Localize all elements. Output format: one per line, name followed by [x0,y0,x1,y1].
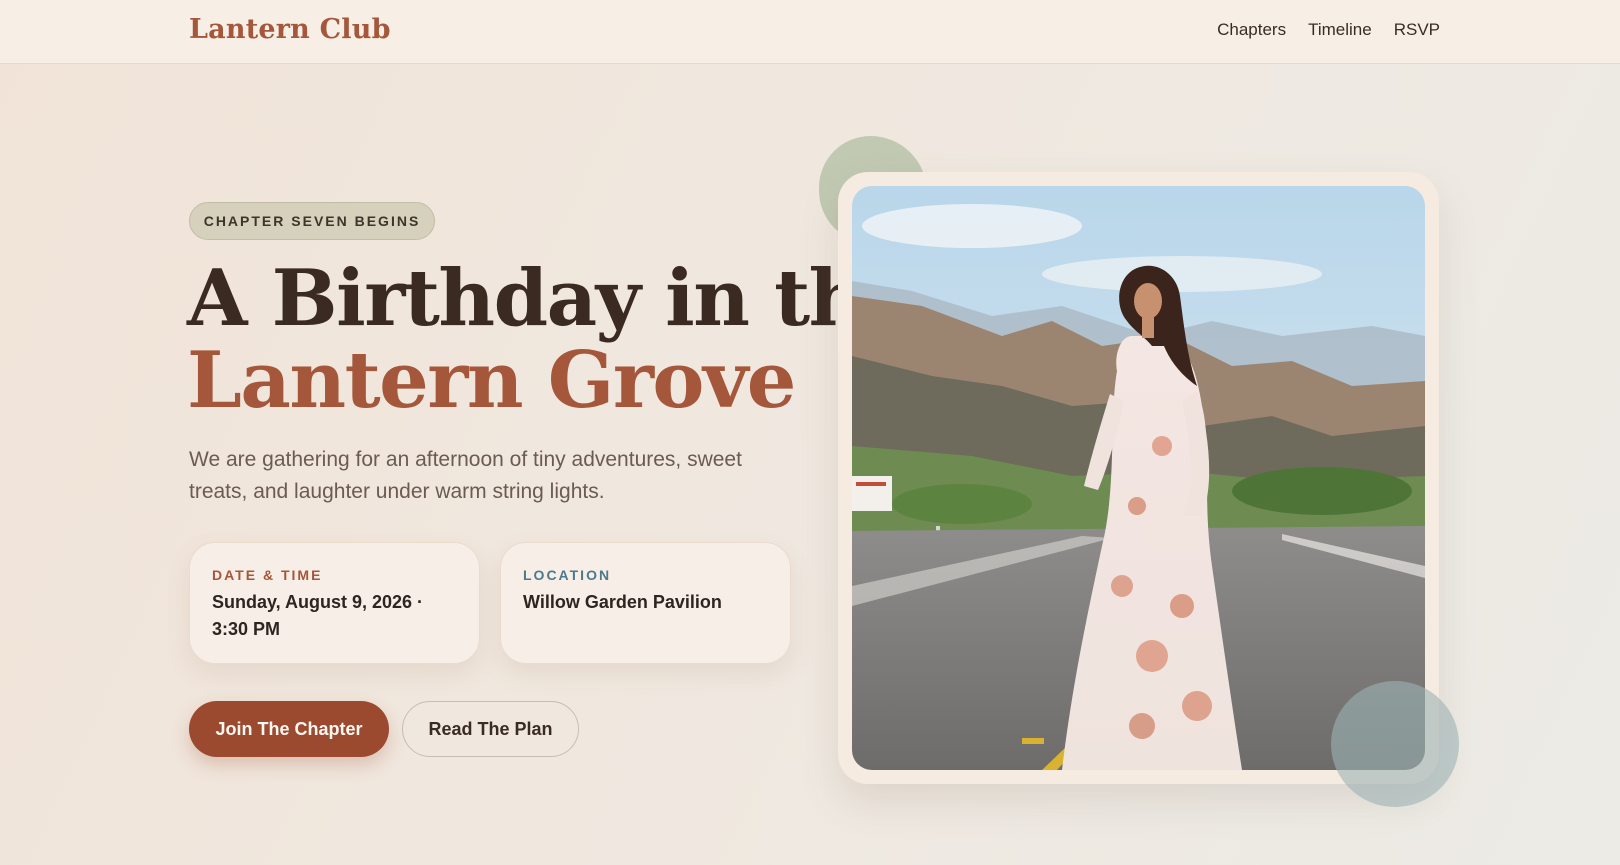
nav-link-timeline[interactable]: Timeline [1308,20,1372,40]
date-time-card: DATE & TIME Sunday, August 9, 2026 · 3:3… [189,542,480,664]
top-navigation-bar: Lantern Club Chapters Timeline RSVP [0,0,1620,64]
main-nav: Chapters Timeline RSVP [1217,20,1440,40]
hero-title: A Birthday in the Lantern Grove [187,258,913,426]
nav-link-rsvp[interactable]: RSVP [1394,20,1440,40]
date-time-value: Sunday, August 9, 2026 · 3:30 PM [212,592,424,639]
chapter-badge: CHAPTER SEVEN BEGINS [189,202,435,240]
hero-description: We are gathering for an afternoon of tin… [189,448,742,503]
hero-title-line-2: Lantern Grove [187,335,796,426]
nav-link-chapters[interactable]: Chapters [1217,20,1286,40]
portrait-photo-icon [852,186,1425,770]
location-value: Willow Garden Pavilion [523,592,722,612]
location-card: LOCATION Willow Garden Pavilion [500,542,791,664]
location-label: LOCATION [523,567,612,583]
hero-photo [852,186,1425,770]
date-time-label: DATE & TIME [212,567,323,583]
join-chapter-button[interactable]: Join The Chapter [189,701,389,757]
read-plan-button[interactable]: Read The Plan [402,701,579,757]
hero-photo-frame [838,172,1439,784]
decorative-blue-blob [1331,681,1459,807]
brand-logo[interactable]: Lantern Club [189,14,391,45]
hero-title-line-1: A Birthday in the [187,253,913,344]
